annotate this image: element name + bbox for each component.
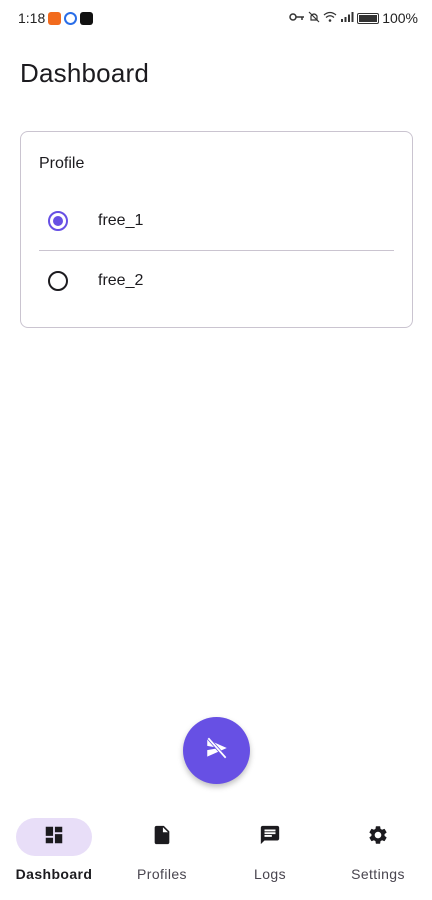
- file-icon: [151, 824, 173, 851]
- gear-icon: [367, 824, 389, 851]
- nav-label: Logs: [254, 866, 286, 882]
- signal-icon: [340, 11, 354, 25]
- radio-button-selected[interactable]: [48, 211, 68, 231]
- mute-icon: [308, 11, 320, 26]
- nav-label: Settings: [351, 866, 405, 882]
- message-icon: [259, 824, 281, 851]
- screen: 1:18 100% Dashboard Profile free_1 free_…: [0, 0, 432, 900]
- status-time: 1:18: [18, 10, 46, 26]
- notification-app-icon: [48, 11, 62, 25]
- profile-option-free-1[interactable]: free_1: [39, 192, 394, 250]
- nav-label: Dashboard: [15, 866, 93, 882]
- send-off-icon: [204, 735, 230, 766]
- nav-item-settings[interactable]: Settings: [324, 806, 432, 900]
- vpn-key-icon: [289, 11, 305, 25]
- notification-tiktok-icon: [80, 11, 94, 25]
- nav-icon-indicator: [16, 818, 92, 856]
- wifi-icon: [323, 11, 337, 25]
- status-bar: 1:18 100%: [0, 0, 432, 36]
- dashboard-icon: [43, 824, 65, 851]
- bottom-navigation: Dashboard Profiles Logs Settings: [0, 806, 432, 900]
- battery-icon: [357, 12, 380, 24]
- profile-card: Profile free_1 free_2: [20, 131, 413, 328]
- battery-percent: 100%: [382, 10, 418, 26]
- profile-option-label: free_2: [98, 272, 144, 289]
- nav-icon-indicator: [232, 818, 308, 856]
- nav-item-dashboard[interactable]: Dashboard: [0, 806, 108, 900]
- radio-button-unselected[interactable]: [48, 271, 68, 291]
- profile-option-free-2[interactable]: free_2: [39, 252, 394, 310]
- start-connection-fab[interactable]: [183, 717, 250, 784]
- notification-user-icon: [64, 11, 78, 25]
- nav-item-profiles[interactable]: Profiles: [108, 806, 216, 900]
- nav-icon-indicator: [340, 818, 416, 856]
- nav-item-logs[interactable]: Logs: [216, 806, 324, 900]
- nav-label: Profiles: [137, 866, 187, 882]
- nav-icon-indicator: [124, 818, 200, 856]
- profile-option-label: free_1: [98, 212, 144, 229]
- card-title: Profile: [39, 155, 85, 172]
- status-right: 100%: [289, 10, 418, 26]
- page-title: Dashboard: [20, 58, 149, 88]
- divider: [39, 250, 394, 251]
- status-left: 1:18: [18, 10, 94, 26]
